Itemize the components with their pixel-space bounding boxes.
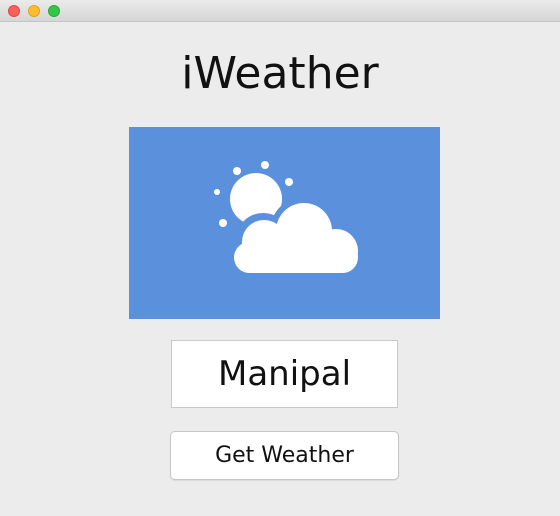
weather-image [129,127,440,319]
get-weather-button[interactable]: Get Weather [170,431,399,480]
partly-cloudy-icon [214,161,361,276]
window-close-button[interactable] [8,5,20,17]
city-input[interactable] [171,340,398,408]
app-window: iWeather Manipal Get Weather [0,0,560,516]
window-minimize-button[interactable] [28,5,40,17]
window-titlebar[interactable] [0,0,560,22]
window-zoom-button[interactable] [48,5,60,17]
app-title: iWeather [181,48,379,99]
